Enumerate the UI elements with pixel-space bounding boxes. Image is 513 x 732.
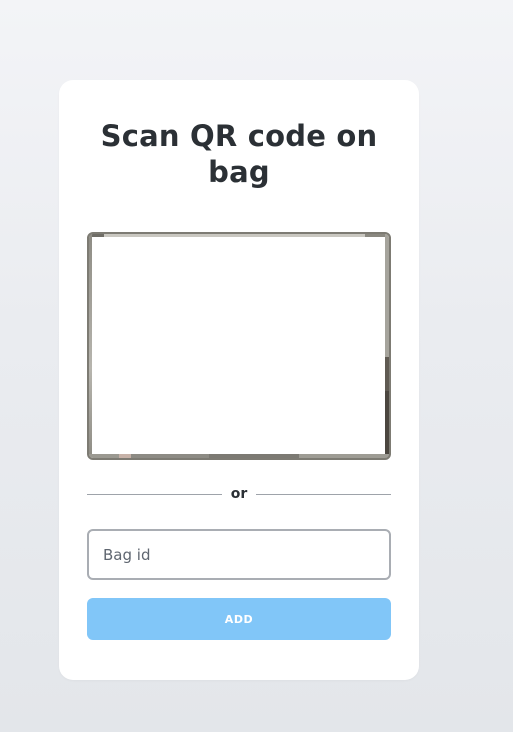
camera-frame-edge-bottom xyxy=(89,454,389,458)
page-title: Scan QR code on bag xyxy=(100,119,378,189)
scan-card: Scan QR code on bag or ADD xyxy=(59,80,419,680)
qr-camera-viewport[interactable] xyxy=(87,232,391,460)
camera-frame-edge-left xyxy=(89,234,92,458)
divider-line-left xyxy=(87,493,222,495)
bag-id-input[interactable] xyxy=(87,529,391,580)
camera-frame-edge-top xyxy=(89,234,389,237)
divider-line-right xyxy=(256,493,391,495)
camera-frame-edge-right xyxy=(385,234,389,458)
add-button[interactable]: ADD xyxy=(87,598,391,640)
or-divider: or xyxy=(87,482,391,506)
divider-label: or xyxy=(230,486,248,502)
